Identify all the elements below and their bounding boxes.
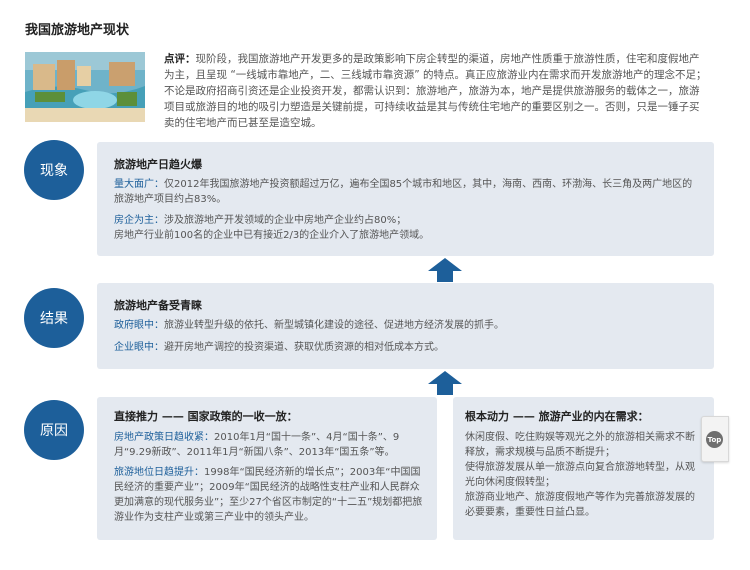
top-icon: Top [706,431,723,448]
back-to-top-button[interactable]: Top [701,416,729,462]
result-paragraph-2: 企业眼中：避开房地产调控的投资渠道、获取优质资源的相对低成本方式。 [114,340,699,355]
reason-left-p2-label: 旅游地位日趋提升： [114,467,204,478]
result-title: 旅游地产备受青睐 [114,299,202,312]
resort-thumbnail-image [25,52,145,122]
reason-left-title: 直接推力 —— 国家政策的一收一放： [114,410,298,423]
result-p1-label: 政府眼中： [114,320,164,331]
intro-text: 现阶段，我国旅游地产开发更多的是政策影响下房企转型的渠道，房地产性质重于旅游性质… [164,53,707,129]
phenomenon-paragraph-2: 房企为主：涉及旅游地产开发领域的企业中房地产企业约占80%； 房地产行业前100… [114,213,699,243]
reason-right-text-2: 使得旅游发展从单一旅游点向复合旅游地转型，从观光向休闲度假转型； [465,462,695,488]
reason-right-text: 休闲度假、吃住购娱等观光之外的旅游相关需求不断释放，需求规模与品质不断提升； 使… [465,430,701,520]
result-p2-text: 避开房地产调控的投资渠道、获取优质资源的相对低成本方式。 [164,342,444,353]
reason-left-paragraph-1: 房地产政策日趋收紧：2010年1月“国十一条”、4月“国十条”、9月“9.29新… [114,430,426,460]
intro-label: 点评： [164,53,196,65]
reason-left-paragraph-2: 旅游地位日趋提升：1998年“国民经济新的增长点”；2003年“中国国民经济的重… [114,465,426,525]
result-circle: 结果 [24,288,84,348]
result-p2-label: 企业眼中： [114,342,164,353]
result-p1-text: 旅游业转型升级的依托、新型城镇化建设的途径、促进地方经济发展的抓手。 [164,320,504,331]
reason-right-text-3: 旅游商业地产、旅游度假地产等作为完善旅游发展的必要要素，重要性日益凸显。 [465,492,695,518]
reason-left-p1-label: 房地产政策日趋收紧： [114,432,214,443]
reason-circle: 原因 [24,400,84,460]
reason-right-title: 根本动力 —— 旅游产业的内在需求： [465,410,649,423]
phenomenon-paragraph-1: 量大面广：仅2012年我国旅游地产投资额超过万亿，遍布全国85个城市和地区，其中… [114,177,699,207]
phenomenon-p2-text: 涉及旅游地产开发领域的企业中房地产企业约占80%； [164,215,407,226]
phenomenon-p1-text: 仅2012年我国旅游地产投资额超过万亿，遍布全国85个城市和地区，其中，海南、西… [114,179,693,205]
phenomenon-p2-text-2: 房地产行业前100名的企业中已有接近2/3的企业介入了旅游地产领域。 [114,230,430,241]
phenomenon-p1-label: 量大面广： [114,179,164,190]
reason-right-text-1: 休闲度假、吃住购娱等观光之外的旅游相关需求不断释放，需求规模与品质不断提升； [465,432,695,458]
up-arrow-icon [428,258,462,282]
result-paragraph-1: 政府眼中：旅游业转型升级的依托、新型城镇化建设的途径、促进地方经济发展的抓手。 [114,318,699,333]
phenomenon-title: 旅游地产日趋火爆 [114,158,202,171]
intro-comment: 点评：现阶段，我国旅游地产开发更多的是政策影响下房企转型的渠道，房地产性质重于旅… [164,51,709,131]
page-title: 我国旅游地产现状 [25,23,130,38]
phenomenon-p2-label: 房企为主： [114,215,164,226]
up-arrow-icon [428,371,462,395]
phenomenon-circle: 现象 [24,140,84,200]
